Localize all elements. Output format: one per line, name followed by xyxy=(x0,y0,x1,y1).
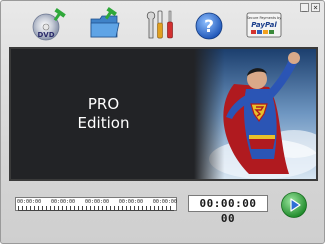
time-display: 00:00:00 00 xyxy=(188,195,268,225)
edition-line-1: PRO xyxy=(87,95,120,113)
timeline-label: 00:00:00 xyxy=(152,199,177,205)
folder-arrow-icon xyxy=(90,7,120,38)
paypal-secure-payment-icon: Secure Payments by PayPal xyxy=(246,12,282,38)
dvd-disc-label: DVD xyxy=(37,31,54,39)
buy-button[interactable]: Secure Payments by PayPal xyxy=(245,7,283,43)
open-folder-button[interactable] xyxy=(87,7,123,43)
dvd-add-button[interactable]: DVD xyxy=(31,7,67,43)
paypal-small-text: Secure Payments by xyxy=(247,16,282,20)
app-window: _ × DVD ? Secure Payments by PayPal PRO … xyxy=(0,0,325,244)
preview-panel: PRO Edition xyxy=(9,47,318,181)
play-icon xyxy=(281,192,307,218)
toolbar: DVD ? Secure Payments by PayPal xyxy=(1,7,325,43)
play-button[interactable] xyxy=(280,191,308,219)
help-button[interactable]: ? xyxy=(191,7,227,43)
superhero-image xyxy=(194,49,316,179)
timeline-labels: 00:00:00 00:00:00 00:00:00 00:00:00 00:0… xyxy=(17,199,177,205)
timeline-label: 00:00:00 xyxy=(50,199,76,205)
edition-label: PRO Edition xyxy=(11,49,196,179)
edition-line-2: Edition xyxy=(77,114,130,132)
settings-button[interactable] xyxy=(142,7,178,43)
superhero-artwork xyxy=(194,49,316,179)
tools-icon xyxy=(146,10,173,39)
timeline-label: 00:00:00 xyxy=(118,199,143,205)
help-icon: ? xyxy=(195,12,223,40)
timeline-label: 00:00:00 xyxy=(17,199,42,205)
help-glyph: ? xyxy=(204,17,214,37)
timeline-baseline xyxy=(18,210,174,211)
paypal-brand: PayPal xyxy=(251,21,277,29)
timeline-label: 00:00:00 xyxy=(84,199,110,205)
timeline-ruler[interactable]: 00:00:00 00:00:00 00:00:00 00:00:00 00:0… xyxy=(15,197,177,211)
dvd-arrow-icon: DVD xyxy=(32,8,66,41)
